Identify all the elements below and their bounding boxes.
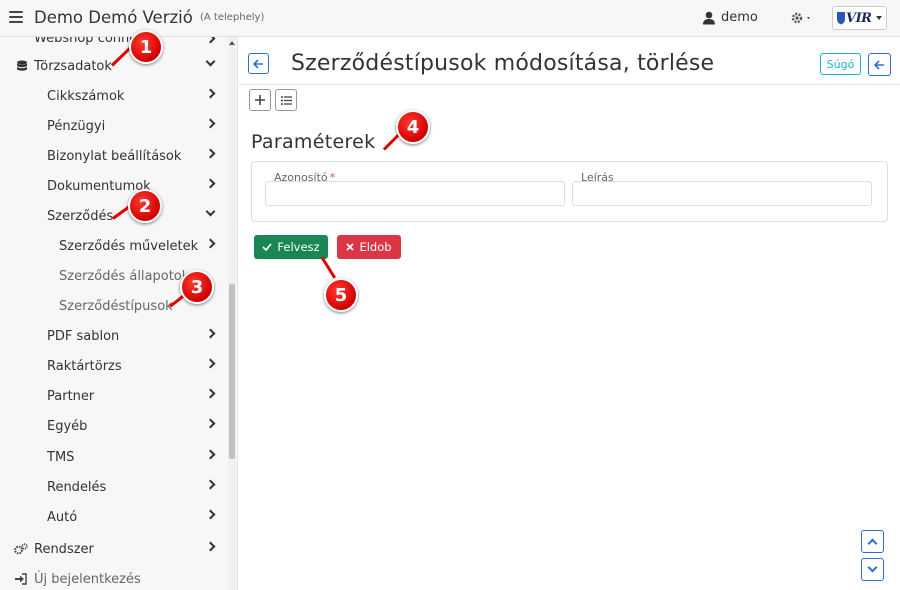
scroll-up-arrow-icon[interactable] bbox=[229, 41, 235, 45]
database-icon bbox=[17, 60, 27, 71]
sidebar-item-label: Rendszer bbox=[34, 541, 94, 557]
sidebar-item-label: Szerződéstípusok bbox=[59, 298, 173, 314]
chevron-right-icon bbox=[205, 148, 216, 159]
shield-logo-icon bbox=[837, 12, 845, 25]
cogs-icon bbox=[14, 543, 28, 555]
back-button[interactable] bbox=[248, 53, 269, 74]
hamburger-menu-icon[interactable] bbox=[9, 11, 23, 23]
chevron-right-icon bbox=[205, 388, 216, 399]
sidebar-item-label: Bizonylat beállítások bbox=[47, 148, 182, 164]
annotation-badge-4: 4 bbox=[396, 110, 430, 144]
chevron-up-icon bbox=[867, 538, 878, 549]
chevron-right-icon bbox=[205, 418, 216, 429]
chevron-down-icon bbox=[205, 206, 216, 217]
sidebar-item-label: TMS bbox=[47, 449, 75, 465]
chevron-right-icon bbox=[205, 238, 216, 249]
main-content: Szerződéstípusok módosítása, törlése Súg… bbox=[239, 37, 900, 590]
top-bar: Demo Demó Verzió (A telephely) demo VIR bbox=[0, 0, 900, 37]
arrow-left-icon bbox=[874, 59, 884, 70]
sidebar-item-label: Partner bbox=[47, 388, 95, 404]
annotation-badge-1: 1 bbox=[129, 30, 163, 64]
page-title: Szerződéstípusok módosítása, törlése bbox=[291, 51, 715, 76]
annotation-badge-3: 3 bbox=[180, 270, 214, 304]
chevron-down-icon bbox=[876, 16, 882, 20]
close-back-button[interactable] bbox=[868, 53, 891, 76]
sidebar-item-pdf-sablon[interactable]: PDF sablon bbox=[0, 321, 226, 351]
sidebar-scroll-thumb[interactable] bbox=[229, 284, 235, 459]
vir-logo-menu[interactable]: VIR bbox=[832, 6, 887, 30]
sidebar-item-rendeles[interactable]: Rendelés bbox=[0, 472, 226, 502]
section-title: Paraméterek bbox=[251, 131, 376, 153]
sidebar-item-label: Rendelés bbox=[47, 479, 107, 495]
sidebar-item-raktartorzs[interactable]: Raktártörzs bbox=[0, 351, 226, 381]
chevron-down-icon bbox=[205, 56, 216, 67]
sidebar-item-tms[interactable]: TMS bbox=[0, 442, 226, 472]
sidebar-item-penzugyi[interactable]: Pénzügyi bbox=[0, 111, 226, 141]
plus-icon bbox=[255, 95, 265, 105]
sidebar-item-bizonylat[interactable]: Bizonylat beállítások bbox=[0, 141, 226, 171]
description-field[interactable] bbox=[572, 181, 872, 206]
chevron-down-icon bbox=[867, 562, 878, 573]
sidebar-item-szerzodes-muveletek[interactable]: Szerződés műveletek bbox=[0, 231, 226, 261]
chevron-right-icon bbox=[205, 449, 216, 460]
add-button[interactable] bbox=[249, 89, 271, 111]
chevron-right-icon bbox=[205, 509, 216, 520]
sidebar-item-label: PDF sablon bbox=[47, 328, 120, 344]
user-icon[interactable] bbox=[702, 11, 716, 25]
chevron-right-icon bbox=[205, 178, 216, 189]
sign-in-icon bbox=[15, 573, 27, 585]
sidebar-scrollbar[interactable] bbox=[228, 37, 236, 590]
location-label: (A telephely) bbox=[200, 12, 265, 23]
annotation-badge-2: 2 bbox=[128, 189, 162, 223]
scroll-to-bottom-button[interactable] bbox=[861, 558, 884, 581]
sidebar-item-cikkszamok[interactable]: Cikkszámok bbox=[0, 81, 226, 111]
arrow-left-icon bbox=[253, 58, 263, 69]
sidebar-item-label: Szerződés műveletek bbox=[59, 238, 199, 254]
sidebar-item-label: Egyéb bbox=[47, 418, 88, 434]
check-icon bbox=[262, 243, 273, 251]
annotation-badge-5: 5 bbox=[324, 278, 358, 312]
sidebar-item-rendszer[interactable]: Rendszer bbox=[0, 534, 226, 564]
sidebar: Webshop conne... Törzsadatok Cikkszámok … bbox=[0, 37, 238, 590]
discard-label: Eldob bbox=[359, 240, 392, 254]
sidebar-item-label: Cikkszámok bbox=[47, 88, 125, 104]
chevron-right-icon bbox=[205, 88, 216, 99]
sidebar-item-label: Pénzügyi bbox=[47, 118, 106, 134]
sidebar-item-egyeb[interactable]: Egyéb bbox=[0, 411, 226, 441]
chevron-right-icon bbox=[205, 479, 216, 490]
user-menu[interactable]: demo bbox=[721, 10, 758, 25]
sidebar-item-label: Szerződés bbox=[47, 208, 114, 224]
sidebar-item-dokumentumok[interactable]: Dokumentumok bbox=[0, 171, 226, 201]
sidebar-item-label: Raktártörzs bbox=[47, 358, 122, 374]
settings-dropdown-icon bbox=[791, 12, 810, 24]
scroll-to-top-button[interactable] bbox=[861, 530, 884, 553]
sidebar-item-auto[interactable]: Autó bbox=[0, 502, 226, 532]
id-field[interactable] bbox=[265, 181, 565, 206]
sidebar-item-partner[interactable]: Partner bbox=[0, 381, 226, 411]
chevron-right-icon bbox=[205, 328, 216, 339]
title-divider bbox=[239, 84, 900, 85]
parameters-card: Azonosító * Leírás bbox=[251, 161, 888, 222]
save-label: Felvesz bbox=[277, 240, 320, 254]
close-icon bbox=[346, 243, 355, 251]
chevron-right-icon bbox=[205, 118, 216, 129]
gear-icon[interactable] bbox=[790, 11, 814, 25]
list-icon bbox=[280, 95, 292, 105]
chevron-right-icon bbox=[205, 541, 216, 552]
sidebar-item-label: Autó bbox=[47, 509, 78, 525]
help-button[interactable]: Súgó bbox=[820, 53, 861, 75]
discard-button[interactable]: Eldob bbox=[337, 235, 401, 259]
list-button[interactable] bbox=[275, 89, 297, 111]
sidebar-item-label: Szerződés állapotok bbox=[59, 268, 190, 284]
app-title: Demo Demó Verzió bbox=[34, 8, 193, 27]
sidebar-item-label: Új bejelentkezés bbox=[34, 571, 141, 587]
chevron-right-icon bbox=[205, 37, 216, 44]
chevron-right-icon bbox=[205, 358, 216, 369]
save-button[interactable]: Felvesz bbox=[254, 235, 328, 259]
logo-text: VIR bbox=[846, 10, 872, 26]
sidebar-item-uj-bejelentkezes[interactable]: Új bejelentkezés bbox=[0, 564, 226, 590]
sidebar-item-label: Törzsadatok bbox=[34, 58, 112, 74]
